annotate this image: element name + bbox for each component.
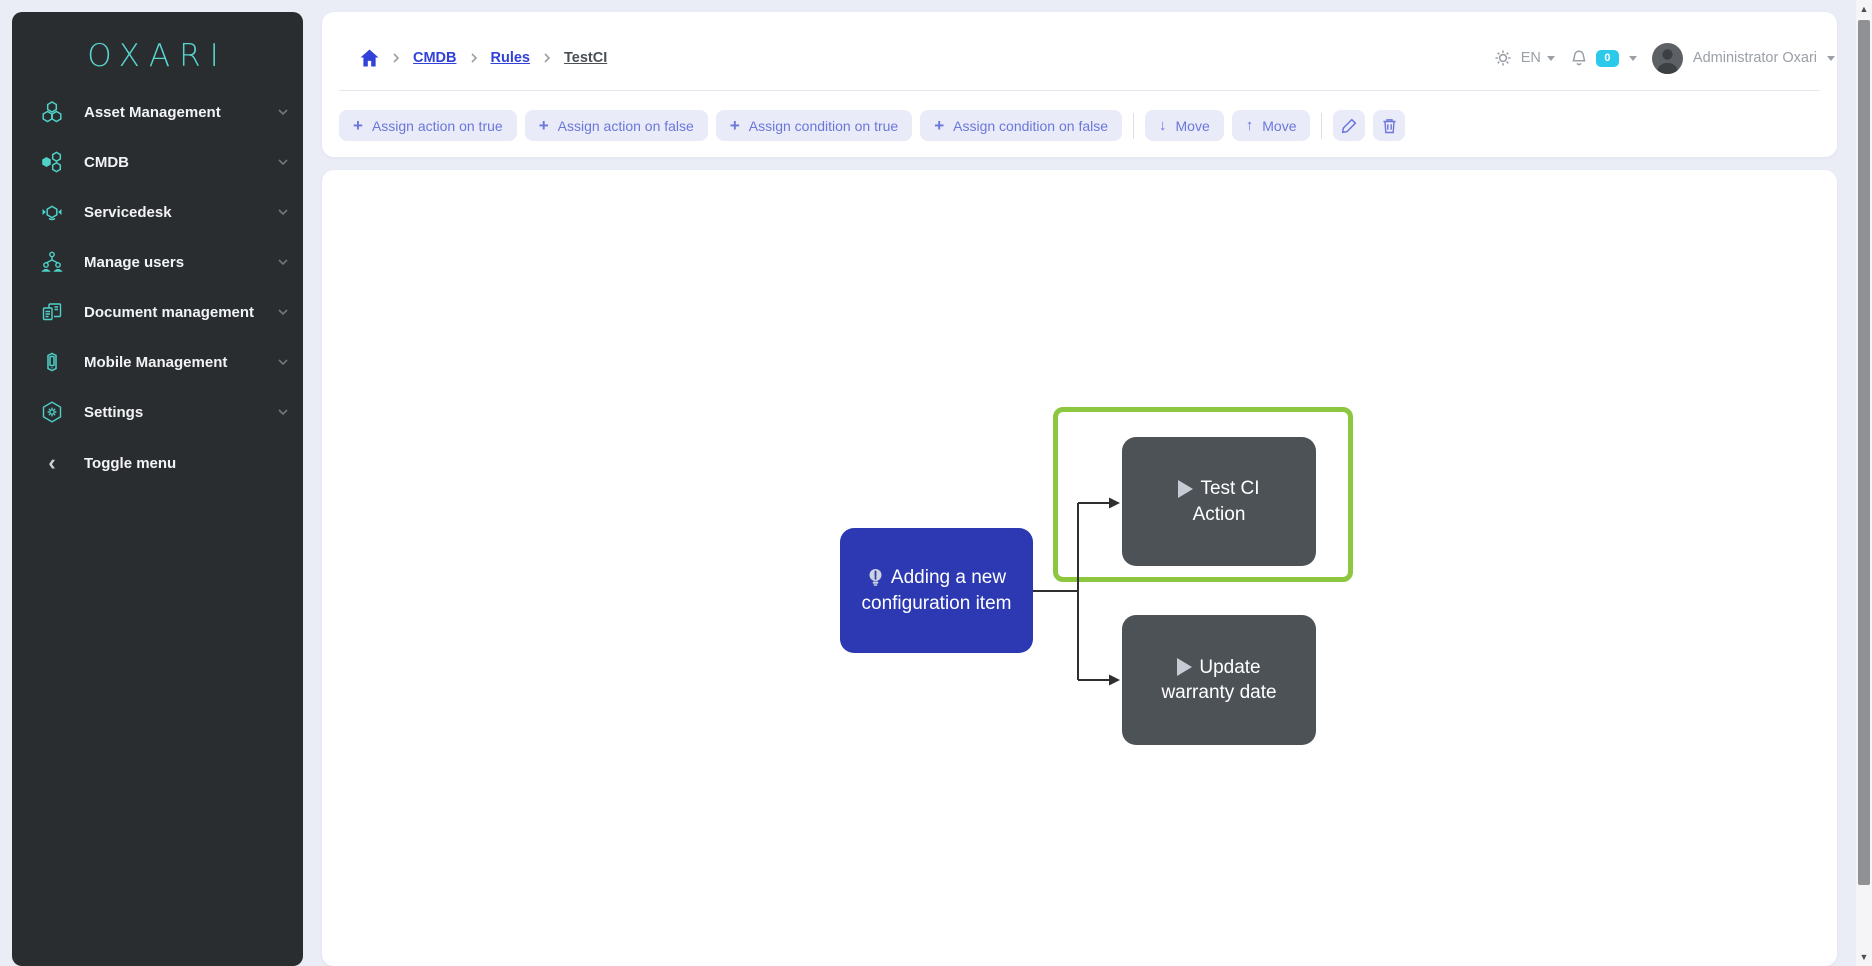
- sidebar-item-document-management[interactable]: Document management: [12, 287, 303, 337]
- button-label: Assign condition on true: [749, 118, 898, 134]
- chevron-down-icon: [277, 256, 289, 268]
- home-icon[interactable]: [360, 49, 379, 67]
- plus-icon: +: [934, 117, 944, 134]
- caret-down-icon[interactable]: [1546, 53, 1556, 63]
- breadcrumb-rules[interactable]: Rules: [491, 50, 531, 66]
- play-icon: [1178, 480, 1193, 498]
- action-node-test-ci-action[interactable]: Test CI Action: [1122, 437, 1316, 566]
- asset-management-icon: [40, 100, 64, 124]
- edit-button[interactable]: [1333, 110, 1365, 141]
- scroll-down-arrow-icon[interactable]: ▼: [1856, 952, 1872, 962]
- action-node-label-line1: Test CI: [1200, 476, 1259, 501]
- servicedesk-icon: [40, 200, 64, 224]
- sidebar-item-mobile-management[interactable]: Mobile Management: [12, 337, 303, 387]
- header-divider: [339, 90, 1820, 91]
- scrollbar-thumb[interactable]: [1858, 20, 1870, 885]
- trigger-node-adding-configuration-item[interactable]: Adding a new configuration item: [840, 528, 1033, 653]
- settings-icon: [40, 400, 64, 424]
- trash-icon: [1382, 118, 1397, 134]
- chevron-down-icon: [277, 306, 289, 318]
- action-node-label-line2: Action: [1193, 502, 1246, 527]
- flow-connectors: [322, 170, 1837, 966]
- sidebar-nav: Asset Management CMDB: [12, 87, 303, 488]
- trigger-node-label-line2: configuration item: [862, 591, 1012, 616]
- button-label: Assign action on false: [558, 118, 694, 134]
- user-name: Administrator Oxari: [1693, 50, 1817, 66]
- breadcrumb-current-testci: TestCI: [564, 50, 607, 66]
- button-label: Assign action on true: [372, 118, 503, 134]
- gear-icon[interactable]: [1494, 49, 1512, 67]
- sidebar-item-label: Document management: [84, 304, 277, 321]
- delete-button[interactable]: [1373, 110, 1405, 141]
- bell-icon[interactable]: [1570, 49, 1588, 68]
- vertical-scrollbar[interactable]: ▲ ▼: [1856, 0, 1872, 966]
- sidebar-item-label: Mobile Management: [84, 354, 277, 371]
- assign-action-on-false-button[interactable]: + Assign action on false: [525, 110, 708, 141]
- language-selector[interactable]: EN: [1521, 50, 1541, 66]
- rule-flowchart-canvas[interactable]: Adding a new configuration item Test CI …: [322, 170, 1837, 966]
- arrow-up-icon: ↑: [1246, 118, 1254, 133]
- sidebar-item-servicedesk[interactable]: Servicedesk: [12, 187, 303, 237]
- plus-icon: +: [539, 117, 549, 134]
- action-node-label-line1: Update: [1199, 655, 1260, 680]
- assign-action-on-true-button[interactable]: + Assign action on true: [339, 110, 517, 141]
- sidebar: OXARI Asset Management CMDB: [12, 12, 303, 966]
- trigger-node-label-line1: Adding a new: [891, 565, 1006, 590]
- sidebar-item-label: Servicedesk: [84, 204, 277, 221]
- chevron-down-icon: [277, 106, 289, 118]
- assign-condition-on-false-button[interactable]: + Assign condition on false: [920, 110, 1122, 141]
- topbar-user-area: EN 0 Administrator Oxari: [1494, 40, 1836, 76]
- move-up-button[interactable]: ↑ Move: [1232, 110, 1311, 141]
- assign-condition-on-true-button[interactable]: + Assign condition on true: [716, 110, 912, 141]
- toolbar-divider: [1321, 113, 1322, 139]
- button-label: Move: [1176, 118, 1210, 134]
- toggle-menu-label: Toggle menu: [84, 455, 176, 472]
- manage-users-icon: [40, 250, 64, 274]
- sidebar-item-cmdb[interactable]: CMDB: [12, 137, 303, 187]
- sidebar-item-label: Settings: [84, 404, 277, 421]
- caret-down-icon[interactable]: [1628, 53, 1638, 63]
- avatar[interactable]: [1652, 43, 1683, 74]
- action-node-update-warranty-date[interactable]: Update warranty date: [1122, 615, 1316, 745]
- mobile-management-icon: [40, 350, 64, 374]
- sidebar-item-label: CMDB: [84, 154, 277, 171]
- chevron-down-icon: [277, 356, 289, 368]
- sidebar-item-label: Manage users: [84, 254, 277, 271]
- notification-count-badge[interactable]: 0: [1596, 50, 1619, 67]
- plus-icon: +: [353, 117, 363, 134]
- toolbar-divider: [1133, 113, 1134, 139]
- header-card: CMDB Rules TestCI + Assign action on tru…: [322, 12, 1837, 157]
- button-label: Assign condition on false: [953, 118, 1108, 134]
- toggle-menu-button[interactable]: ‹ Toggle menu: [12, 438, 303, 488]
- breadcrumb-cmdb[interactable]: CMDB: [413, 50, 457, 66]
- document-management-icon: [40, 300, 64, 324]
- arrow-down-icon: ↓: [1159, 118, 1167, 133]
- sidebar-item-manage-users[interactable]: Manage users: [12, 237, 303, 287]
- chevron-down-icon: [277, 206, 289, 218]
- action-node-label-line2: warranty date: [1161, 680, 1276, 705]
- sidebar-item-asset-management[interactable]: Asset Management: [12, 87, 303, 137]
- sidebar-item-settings[interactable]: Settings: [12, 387, 303, 437]
- plus-icon: +: [730, 117, 740, 134]
- sidebar-item-label: Asset Management: [84, 104, 277, 121]
- button-label: Move: [1262, 118, 1296, 134]
- cmdb-icon: [40, 150, 64, 174]
- breadcrumb: CMDB Rules TestCI: [360, 40, 607, 76]
- caret-down-icon[interactable]: [1826, 53, 1836, 63]
- chevron-right-icon: [470, 52, 478, 64]
- scroll-up-arrow-icon[interactable]: ▲: [1856, 4, 1872, 14]
- chevron-down-icon: [277, 156, 289, 168]
- pencil-icon: [1341, 118, 1357, 134]
- bulb-icon: [867, 568, 884, 587]
- chevron-right-icon: [543, 52, 551, 64]
- play-icon: [1177, 658, 1192, 676]
- oxari-logo: OXARI: [12, 38, 303, 74]
- chevron-left-icon: ‹: [40, 450, 64, 476]
- chevron-right-icon: [392, 52, 400, 64]
- chevron-down-icon: [277, 406, 289, 418]
- toolbar: + Assign action on true + Assign action …: [339, 110, 1405, 141]
- move-down-button[interactable]: ↓ Move: [1145, 110, 1224, 141]
